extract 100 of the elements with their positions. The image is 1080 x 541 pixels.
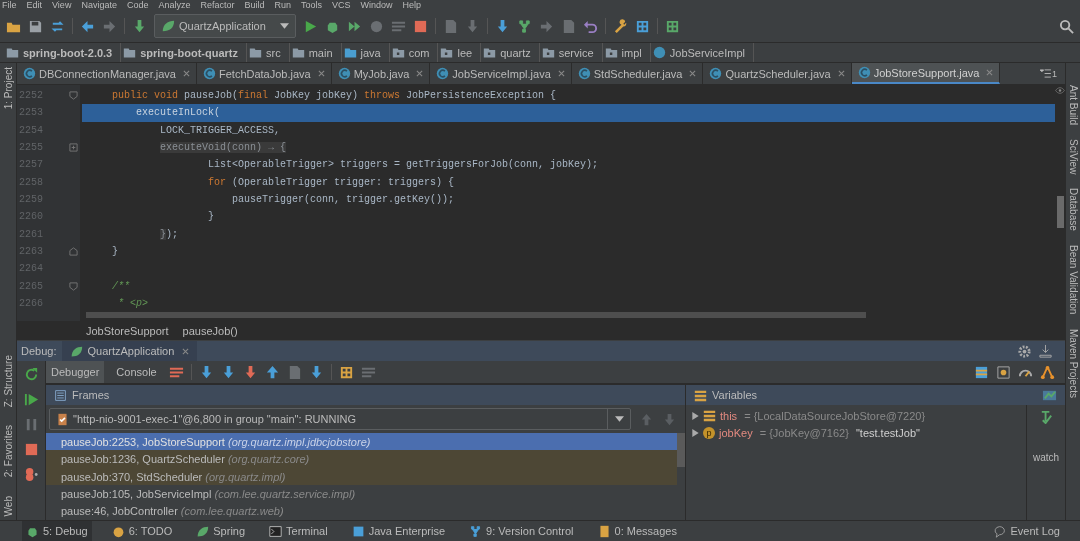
tool-window-tab[interactable]: SciView (1067, 139, 1079, 175)
menu-item[interactable]: Window (360, 0, 393, 10)
session-tab[interactable]: QuartzApplication (62, 341, 198, 361)
scrollbar-thumb[interactable] (677, 433, 685, 467)
menu-item[interactable]: Build (244, 0, 265, 10)
menu-item[interactable]: View (52, 0, 72, 10)
menu-item[interactable]: Edit (26, 0, 43, 10)
breadcrumb-item[interactable]: JobServiceImpl (669, 46, 745, 59)
stack-frame[interactable]: pauseJob:1236, QuartzScheduler (org.quartz.core) (46, 450, 677, 468)
tool-window-button[interactable]: 5: Debug (22, 521, 92, 541)
close-icon[interactable] (557, 70, 565, 77)
menu-item[interactable]: Code (126, 0, 149, 10)
fold-icon[interactable] (69, 91, 78, 101)
breadcrumb-item[interactable]: java (360, 46, 381, 59)
breadcrumb-item[interactable]: main (308, 46, 333, 59)
undo-icon[interactable] (582, 18, 598, 34)
scrollbar-thumb[interactable] (86, 312, 866, 319)
breadcrumb-item[interactable]: JobStoreSupport (86, 324, 169, 337)
memory-icon[interactable] (974, 364, 989, 380)
structure-icon[interactable] (634, 18, 650, 34)
tool-window-tab[interactable]: Maven Projects (1067, 328, 1079, 398)
tool-window-tab[interactable]: Bean Validation (1067, 245, 1079, 315)
tool-window-button[interactable]: Terminal (265, 521, 332, 541)
tool-window-button[interactable]: Java Enterprise (347, 521, 450, 541)
tool-window-tab[interactable]: Database (1067, 188, 1079, 232)
variable-row[interactable]: p jobKey = {JobKey@7162} "test.testJob" (686, 424, 1026, 441)
fold-icon[interactable] (69, 281, 78, 291)
menu-item[interactable]: Refactor (200, 0, 235, 10)
stop-icon[interactable] (412, 18, 428, 34)
tool-window-button[interactable]: Spring (192, 521, 250, 541)
scrollbar-thumb[interactable] (1056, 196, 1064, 228)
debug-tab[interactable]: Console (111, 361, 162, 383)
stack-frame[interactable]: pause:46, JobController (com.lee.quartz.web) (46, 502, 677, 521)
menu-item[interactable]: Help (402, 0, 422, 10)
expand-fold-icon[interactable] (69, 143, 78, 153)
resume-icon[interactable] (23, 392, 39, 407)
editor-tab[interactable]: JobStoreSupport.java (851, 63, 1001, 84)
menu-item[interactable]: File (2, 0, 17, 10)
profiler-icon[interactable] (368, 18, 384, 34)
settings-icon[interactable] (1017, 343, 1032, 359)
tool-window-button[interactable]: 0: Messages (593, 521, 681, 541)
tool-window-button[interactable]: 9: Version Control (465, 521, 578, 541)
search-icon[interactable] (1059, 18, 1074, 34)
stop-icon[interactable] (23, 442, 39, 457)
branch-icon[interactable] (516, 18, 532, 34)
menu-item[interactable]: VCS (332, 0, 351, 10)
debug-tab[interactable]: Debugger (46, 361, 105, 383)
run-configuration-dropdown[interactable]: QuartzApplication (154, 14, 296, 38)
tool-window-tab[interactable]: Ant Build (1067, 85, 1079, 126)
code-editor[interactable] (17, 85, 1055, 321)
tool-window-tab[interactable]: Z: Structure (2, 355, 14, 408)
editor-tab[interactable]: JobServiceImpl.java (430, 63, 572, 84)
close-icon[interactable] (986, 69, 994, 76)
wrench-icon[interactable] (612, 18, 628, 34)
save-icon[interactable] (28, 18, 43, 34)
thread-dropdown[interactable]: "http-nio-9001-exec-1"@6,800 in group "main": RUNNING (49, 408, 631, 430)
close-icon[interactable] (416, 70, 424, 77)
stack-frame[interactable]: pauseJob:2253, JobStoreSupport (org.quartz.impl.jdbcjobstore) (46, 433, 677, 451)
breadcrumb-item[interactable]: spring-boot-quartz (140, 46, 238, 59)
tool-window-button[interactable]: 6: TODO (107, 521, 177, 541)
back-arrow-icon[interactable] (80, 18, 95, 34)
close-icon[interactable] (182, 347, 190, 355)
editor-tab[interactable]: DBConnectionManager.java (17, 63, 197, 84)
breadcrumb-item[interactable]: service (558, 46, 594, 59)
tab-overflow-button[interactable]: 1 (1040, 68, 1065, 79)
close-icon[interactable] (837, 70, 845, 77)
menu-item[interactable]: Run (274, 0, 291, 10)
breakpoints-icon[interactable] (23, 467, 39, 482)
hide-panel-icon[interactable] (1038, 343, 1053, 359)
breadcrumb-item[interactable]: quartz (500, 46, 531, 59)
close-icon[interactable] (183, 70, 190, 77)
menu-item[interactable]: Navigate (81, 0, 117, 10)
editor-tab[interactable]: StdScheduler.java (571, 63, 704, 84)
fold-end-icon[interactable] (69, 247, 78, 257)
editor-tab[interactable]: MyJob.java (331, 63, 431, 84)
breadcrumb-item[interactable]: impl (621, 46, 642, 59)
step-out-icon[interactable] (264, 364, 280, 380)
breadcrumb-item[interactable]: com (408, 46, 430, 59)
editor-tab[interactable]: QuartzScheduler.java (703, 63, 852, 84)
evaluate-icon[interactable] (338, 364, 354, 380)
threads-icon[interactable] (1040, 364, 1055, 380)
variable-row[interactable]: this = {LocalDataSourceJobStore@7220} (686, 407, 1026, 424)
breadcrumb-item[interactable]: spring-boot-2.0.3 (23, 46, 113, 59)
event-log-button[interactable]: Event Log (989, 521, 1064, 541)
menu-item[interactable]: Analyze (158, 0, 191, 10)
breadcrumb-item[interactable]: lee (457, 46, 473, 59)
tool-window-tab[interactable]: 2: Favorites (2, 425, 14, 478)
close-icon[interactable] (317, 70, 325, 77)
overhead-icon[interactable] (996, 364, 1011, 380)
editor-tab[interactable]: FetchDataJob.java (197, 63, 332, 84)
eye-icon[interactable] (1055, 87, 1065, 94)
menu-item[interactable]: Tools (301, 0, 323, 10)
close-icon[interactable] (689, 70, 697, 77)
database-icon[interactable] (664, 18, 680, 34)
breadcrumb-item[interactable]: pauseJob() (182, 324, 238, 337)
breadcrumb-item[interactable]: src (266, 46, 281, 59)
tool-window-tab[interactable]: 1: Project (2, 67, 14, 110)
rerun-icon[interactable] (23, 367, 39, 382)
tool-window-tab[interactable]: Web (2, 495, 14, 516)
stack-frame[interactable]: pauseJob:105, JobServiceImpl (com.lee.quartz.service.impl) (46, 485, 677, 503)
